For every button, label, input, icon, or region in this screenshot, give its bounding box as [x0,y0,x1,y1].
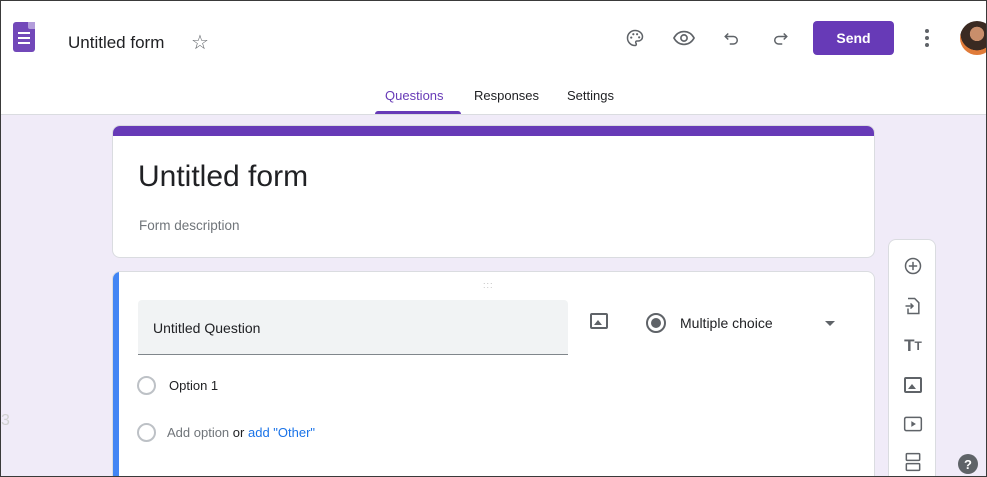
form-title-field[interactable]: Untitled form [138,160,308,194]
forms-editor-window: Untitled form ☆ Send Questions Responses… [0,0,987,477]
active-card-indicator [113,272,119,476]
editor-tabs: Questions Responses Settings [1,81,986,115]
radio-selected-icon [646,313,666,333]
question-title-field[interactable]: Untitled Question [138,300,568,355]
add-option-row: Add option or add "Other" [137,422,437,444]
or-text: or [232,425,245,440]
star-icon[interactable]: ☆ [191,30,209,55]
help-icon[interactable]: ? [958,454,978,474]
tab-questions[interactable]: Questions [385,88,444,103]
undo-icon[interactable] [718,24,746,52]
top-app-bar: Untitled form ☆ Send Questions Responses… [1,1,986,115]
floating-toolbar: TT [888,239,936,476]
account-avatar[interactable] [960,21,986,55]
radio-empty-icon [137,376,156,395]
question-card[interactable]: ::: Untitled Question Multiple choice Op… [112,271,875,476]
option-row[interactable]: Option 1 [137,375,437,397]
add-image-icon[interactable] [590,313,608,329]
form-description-field[interactable]: Form description [139,218,240,233]
chevron-down-icon [825,321,835,326]
option-label[interactable]: Option 1 [169,378,218,393]
add-image-icon[interactable] [902,374,924,396]
active-tab-indicator [375,111,461,114]
add-other-link[interactable]: add "Other" [248,425,315,440]
tab-responses[interactable]: Responses [474,88,539,103]
add-video-icon[interactable] [902,413,924,435]
import-questions-icon[interactable] [902,295,924,317]
question-type-dropdown[interactable]: Multiple choice [638,300,850,346]
preview-eye-icon[interactable] [670,24,698,52]
document-title[interactable]: Untitled form [68,33,164,53]
google-forms-logo-icon[interactable] [13,22,35,52]
drag-handle-icon[interactable]: ::: [483,280,494,290]
tab-settings[interactable]: Settings [567,88,614,103]
redo-icon[interactable] [766,24,794,52]
send-button[interactable]: Send [813,21,894,55]
question-title-text: Untitled Question [153,320,261,336]
question-type-label: Multiple choice [680,315,773,331]
more-vert-icon[interactable] [917,24,937,52]
edge-glyph: 3 [1,412,10,429]
image-glyph-icon [904,377,922,393]
radio-empty-icon [137,423,156,442]
form-header-card[interactable]: Untitled form Form description [112,125,875,258]
add-question-icon[interactable] [902,255,924,277]
palette-icon[interactable] [621,24,649,52]
add-option-group: Add option or add "Other" [167,425,315,440]
add-option-link[interactable]: Add option [167,425,229,440]
theme-accent-bar [113,126,874,136]
add-title-icon[interactable]: TT [902,335,924,357]
add-section-icon[interactable] [902,451,924,473]
